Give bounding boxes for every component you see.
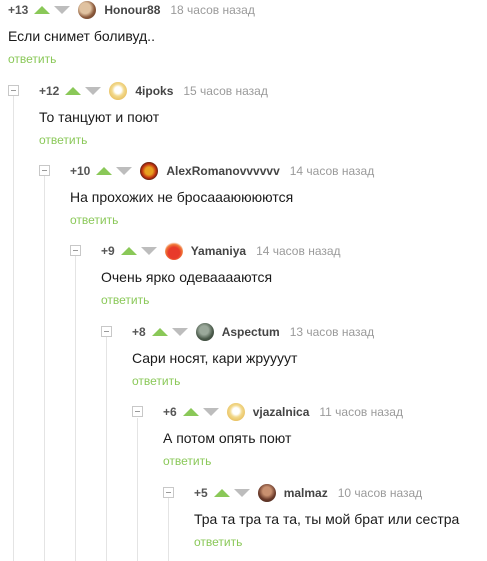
comment-author[interactable]: Honour88 bbox=[104, 3, 160, 17]
comment-time[interactable]: 13 часов назад bbox=[290, 325, 374, 339]
reply-link[interactable]: ответить bbox=[8, 52, 56, 66]
comment-author[interactable]: AlexRomanovvvvvv bbox=[166, 164, 279, 178]
upvote-icon[interactable] bbox=[182, 408, 199, 416]
comment-rating: +9 bbox=[101, 244, 115, 258]
comment-text: На прохожих не бросаааюююются bbox=[70, 189, 294, 205]
upvote-icon[interactable] bbox=[120, 247, 137, 255]
downvote-icon[interactable] bbox=[171, 328, 188, 336]
upvote-icon[interactable] bbox=[96, 167, 113, 175]
comment-rating: +12 bbox=[39, 84, 60, 98]
avatar[interactable] bbox=[78, 1, 97, 19]
reply-link[interactable]: ответить bbox=[101, 293, 149, 307]
thread-line bbox=[168, 498, 169, 561]
collapse-toggle-icon[interactable] bbox=[132, 406, 143, 417]
downvote-icon[interactable] bbox=[116, 167, 133, 175]
comment-rating: +6 bbox=[163, 405, 177, 419]
upvote-icon[interactable] bbox=[65, 87, 82, 95]
comment-rating: +13 bbox=[8, 3, 29, 17]
downvote-icon[interactable] bbox=[85, 87, 102, 95]
collapse-toggle-icon[interactable] bbox=[39, 165, 50, 176]
reply-link[interactable]: ответить bbox=[39, 133, 87, 147]
upvote-icon[interactable] bbox=[213, 489, 230, 497]
comment-rating: +8 bbox=[132, 325, 146, 339]
comment-text: Очень ярко одевааааются bbox=[101, 269, 273, 285]
comment-text: А потом опять поют bbox=[163, 430, 292, 446]
thread-line bbox=[137, 418, 138, 561]
downvote-icon[interactable] bbox=[233, 489, 250, 497]
avatar[interactable] bbox=[140, 162, 159, 180]
downvote-icon[interactable] bbox=[202, 408, 219, 416]
collapse-toggle-icon[interactable] bbox=[101, 326, 112, 337]
comment-text: Сари носят, кари жруууут bbox=[132, 350, 298, 366]
comment-time[interactable]: 18 часов назад bbox=[170, 3, 254, 17]
avatar[interactable] bbox=[195, 323, 214, 341]
avatar[interactable] bbox=[164, 242, 183, 260]
downvote-icon[interactable] bbox=[140, 247, 157, 255]
thread-line bbox=[13, 95, 14, 561]
comment-author[interactable]: malmaz bbox=[284, 486, 328, 500]
comment-author[interactable]: vjazalnica bbox=[253, 405, 310, 419]
comment-author[interactable]: Aspectum bbox=[222, 325, 280, 339]
reply-link[interactable]: ответить bbox=[70, 213, 118, 227]
comment-text: Тра та тра та та, ты мой брат или сестра bbox=[194, 511, 460, 527]
thread-line bbox=[75, 256, 76, 561]
comment-time[interactable]: 11 часов назад bbox=[319, 405, 403, 419]
comment-time[interactable]: 14 часов назад bbox=[290, 164, 374, 178]
reply-link[interactable]: ответить bbox=[194, 535, 242, 549]
avatar[interactable] bbox=[109, 82, 128, 100]
upvote-icon[interactable] bbox=[34, 6, 51, 14]
comment-time[interactable]: 14 часов назад bbox=[256, 244, 340, 258]
collapse-toggle-icon[interactable] bbox=[8, 85, 19, 96]
comment-rating: +10 bbox=[70, 164, 91, 178]
collapse-toggle-icon[interactable] bbox=[163, 487, 174, 498]
comment-text: То танцуют и поют bbox=[39, 109, 160, 125]
comment-text: Если снимет боливуд.. bbox=[8, 28, 155, 44]
comment-author[interactable]: Yamaniya bbox=[191, 244, 246, 258]
thread-line bbox=[106, 336, 107, 561]
avatar[interactable] bbox=[257, 484, 276, 502]
reply-link[interactable]: ответить bbox=[132, 374, 180, 388]
downvote-icon[interactable] bbox=[54, 6, 71, 14]
comment-rating: +5 bbox=[194, 486, 208, 500]
upvote-icon[interactable] bbox=[151, 328, 168, 336]
avatar[interactable] bbox=[226, 403, 245, 421]
comment-author[interactable]: 4ipoks bbox=[135, 84, 173, 98]
thread-line bbox=[44, 176, 45, 561]
collapse-toggle-icon[interactable] bbox=[70, 245, 81, 256]
comment-time[interactable]: 10 часов назад bbox=[338, 486, 422, 500]
reply-link[interactable]: ответить bbox=[163, 454, 211, 468]
comment-time[interactable]: 15 часов назад bbox=[183, 84, 267, 98]
